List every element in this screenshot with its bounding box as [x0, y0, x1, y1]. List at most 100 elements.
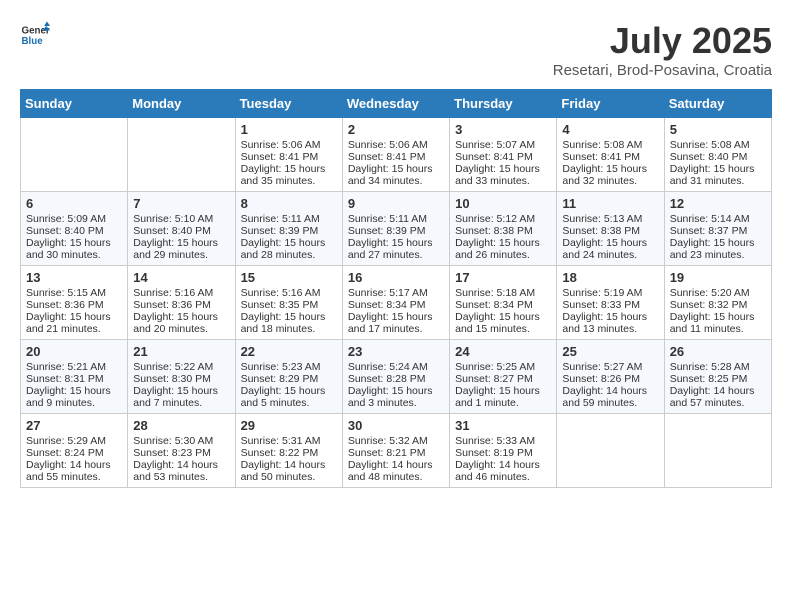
sunrise-text: Sunrise: 5:11 AM: [348, 213, 444, 225]
calendar-cell: 3Sunrise: 5:07 AMSunset: 8:41 PMDaylight…: [450, 118, 557, 192]
calendar-cell: 13Sunrise: 5:15 AMSunset: 8:36 PMDayligh…: [21, 266, 128, 340]
calendar-cell: 15 Sunrise: 5:16 AMSunset: 8:35 PMDayligh…: [235, 266, 342, 340]
day-number: 17: [455, 270, 551, 285]
day-number: 5: [670, 122, 766, 137]
sunrise-text: Sunrise: 5:33 AM: [455, 435, 551, 447]
sunset-text: Sunset: 8:28 PM: [348, 373, 444, 385]
sunrise-text: Sunrise: 5:30 AM: [133, 435, 229, 447]
calendar-cell: 23Sunrise: 5:24 AMSunset: 8:28 PMDayligh…: [342, 340, 449, 414]
day-number: 13: [26, 270, 122, 285]
sunset-text: Sunset: 8:30 PM: [133, 373, 229, 385]
day-number: 2: [348, 122, 444, 137]
calendar-cell: [664, 414, 771, 488]
calendar-cell: 5Sunrise: 5:08 AMSunset: 8:40 PMDaylight…: [664, 118, 771, 192]
day-number: 18: [562, 270, 658, 285]
sunset-text: Sunset: 8:40 PM: [670, 151, 766, 163]
sunrise-text: Sunrise: 5:13 AM: [562, 213, 658, 225]
day-number: 26: [670, 344, 766, 359]
weekday-header-saturday: Saturday: [664, 90, 771, 118]
calendar-cell: 25Sunrise: 5:27 AMSunset: 8:26 PMDayligh…: [557, 340, 664, 414]
daylight-text: Daylight: 15 hours and 33 minutes.: [455, 163, 551, 187]
day-number: 16: [348, 270, 444, 285]
day-number: 9: [348, 196, 444, 211]
calendar-cell: 2 Sunrise: 5:06 AMSunset: 8:41 PMDaylight…: [342, 118, 449, 192]
daylight-text: Daylight: 15 hours and 11 minutes.: [670, 311, 766, 335]
sunset-text: Sunset: 8:39 PM: [241, 225, 337, 237]
day-number: 30: [348, 418, 444, 433]
sunrise-text: Sunrise: 5:19 AM: [562, 287, 658, 299]
sunrise-text: Sunrise: 5:15 AM: [26, 287, 122, 299]
calendar-cell: 29Sunrise: 5:31 AMSunset: 8:22 PMDayligh…: [235, 414, 342, 488]
sunset-text: Sunset: 8:38 PM: [562, 225, 658, 237]
sunrise-text: Sunrise: 5:22 AM: [133, 361, 229, 373]
daylight-text: Daylight: 15 hours and 32 minutes.: [562, 163, 658, 187]
sunset-text: Sunset: 8:31 PM: [26, 373, 122, 385]
sunset-text: Sunset: 8:33 PM: [562, 299, 658, 311]
calendar-cell: 10Sunrise: 5:12 AMSunset: 8:38 PMDayligh…: [450, 192, 557, 266]
weekday-header-thursday: Thursday: [450, 90, 557, 118]
daylight-text: Daylight: 14 hours and 50 minutes.: [241, 459, 337, 483]
sunset-text: Sunset: 8:27 PM: [455, 373, 551, 385]
calendar-cell: 17Sunrise: 5:18 AMSunset: 8:34 PMDayligh…: [450, 266, 557, 340]
sunrise-text: Sunrise: 5:16 AM: [241, 287, 337, 299]
day-number: 28: [133, 418, 229, 433]
calendar-cell: 16Sunrise: 5:17 AMSunset: 8:34 PMDayligh…: [342, 266, 449, 340]
sunset-text: Sunset: 8:41 PM: [348, 151, 444, 163]
sunset-text: Sunset: 8:19 PM: [455, 447, 551, 459]
sunrise-text: Sunrise: 5:17 AM: [348, 287, 444, 299]
sunset-text: Sunset: 8:36 PM: [133, 299, 229, 311]
sunrise-text: Sunrise: 5:27 AM: [562, 361, 658, 373]
calendar-week-row: 13Sunrise: 5:15 AMSunset: 8:36 PMDayligh…: [21, 266, 772, 340]
weekday-header-sunday: Sunday: [21, 90, 128, 118]
sunrise-text: Sunrise: 5:08 AM: [562, 139, 658, 151]
sunrise-text: Sunrise: 5:20 AM: [670, 287, 766, 299]
calendar-cell: 11Sunrise: 5:13 AMSunset: 8:38 PMDayligh…: [557, 192, 664, 266]
calendar-cell: 30Sunrise: 5:32 AMSunset: 8:21 PMDayligh…: [342, 414, 449, 488]
daylight-text: Daylight: 15 hours and 34 minutes.: [348, 163, 444, 187]
daylight-text: Daylight: 15 hours and 17 minutes.: [348, 311, 444, 335]
sunset-text: Sunset: 8:40 PM: [26, 225, 122, 237]
day-number: 15: [241, 270, 337, 285]
calendar-cell: 19Sunrise: 5:20 AMSunset: 8:32 PMDayligh…: [664, 266, 771, 340]
calendar-cell: 18Sunrise: 5:19 AMSunset: 8:33 PMDayligh…: [557, 266, 664, 340]
sunset-text: Sunset: 8:22 PM: [241, 447, 337, 459]
svg-text:Blue: Blue: [22, 36, 44, 47]
sunset-text: Sunset: 8:24 PM: [26, 447, 122, 459]
sunset-text: Sunset: 8:41 PM: [241, 151, 337, 163]
sunset-text: Sunset: 8:39 PM: [348, 225, 444, 237]
daylight-text: Daylight: 14 hours and 59 minutes.: [562, 385, 658, 409]
daylight-text: Daylight: 15 hours and 7 minutes.: [133, 385, 229, 409]
daylight-text: Daylight: 15 hours and 5 minutes.: [241, 385, 337, 409]
logo: General Blue: [20, 20, 50, 50]
weekday-header-row: SundayMondayTuesdayWednesdayThursdayFrid…: [21, 90, 772, 118]
day-number: 19: [670, 270, 766, 285]
sunrise-text: Sunrise: 5:06 AM: [348, 139, 444, 151]
sunrise-text: Sunrise: 5:10 AM: [133, 213, 229, 225]
daylight-text: Daylight: 15 hours and 20 minutes.: [133, 311, 229, 335]
calendar-week-row: 27Sunrise: 5:29 AMSunset: 8:24 PMDayligh…: [21, 414, 772, 488]
daylight-text: Daylight: 15 hours and 30 minutes.: [26, 237, 122, 261]
sunrise-text: Sunrise: 5:06 AM: [241, 139, 337, 151]
daylight-text: Daylight: 15 hours and 18 minutes.: [241, 311, 337, 335]
sunset-text: Sunset: 8:34 PM: [455, 299, 551, 311]
calendar-cell: [557, 414, 664, 488]
calendar-week-row: 1Sunrise: 5:06 AMSunset: 8:41 PMDaylight…: [21, 118, 772, 192]
sunrise-text: Sunrise: 5:25 AM: [455, 361, 551, 373]
day-number: 3: [455, 122, 551, 137]
day-number: 6: [26, 196, 122, 211]
daylight-text: Daylight: 15 hours and 28 minutes.: [241, 237, 337, 261]
daylight-text: Daylight: 15 hours and 26 minutes.: [455, 237, 551, 261]
sunset-text: Sunset: 8:26 PM: [562, 373, 658, 385]
day-number: 20: [26, 344, 122, 359]
sunrise-text: Sunrise: 5:07 AM: [455, 139, 551, 151]
calendar-cell: 26Sunrise: 5:28 AMSunset: 8:25 PMDayligh…: [664, 340, 771, 414]
sunrise-text: Sunrise: 5:11 AM: [241, 213, 337, 225]
day-number: 12: [670, 196, 766, 211]
month-year-title: July 2025: [553, 20, 772, 62]
calendar-week-row: 20Sunrise: 5:21 AMSunset: 8:31 PMDayligh…: [21, 340, 772, 414]
day-number: 11: [562, 196, 658, 211]
sunset-text: Sunset: 8:35 PM: [241, 299, 337, 311]
sunrise-text: Sunrise: 5:14 AM: [670, 213, 766, 225]
calendar-table: SundayMondayTuesdayWednesdayThursdayFrid…: [20, 89, 772, 488]
weekday-header-wednesday: Wednesday: [342, 90, 449, 118]
